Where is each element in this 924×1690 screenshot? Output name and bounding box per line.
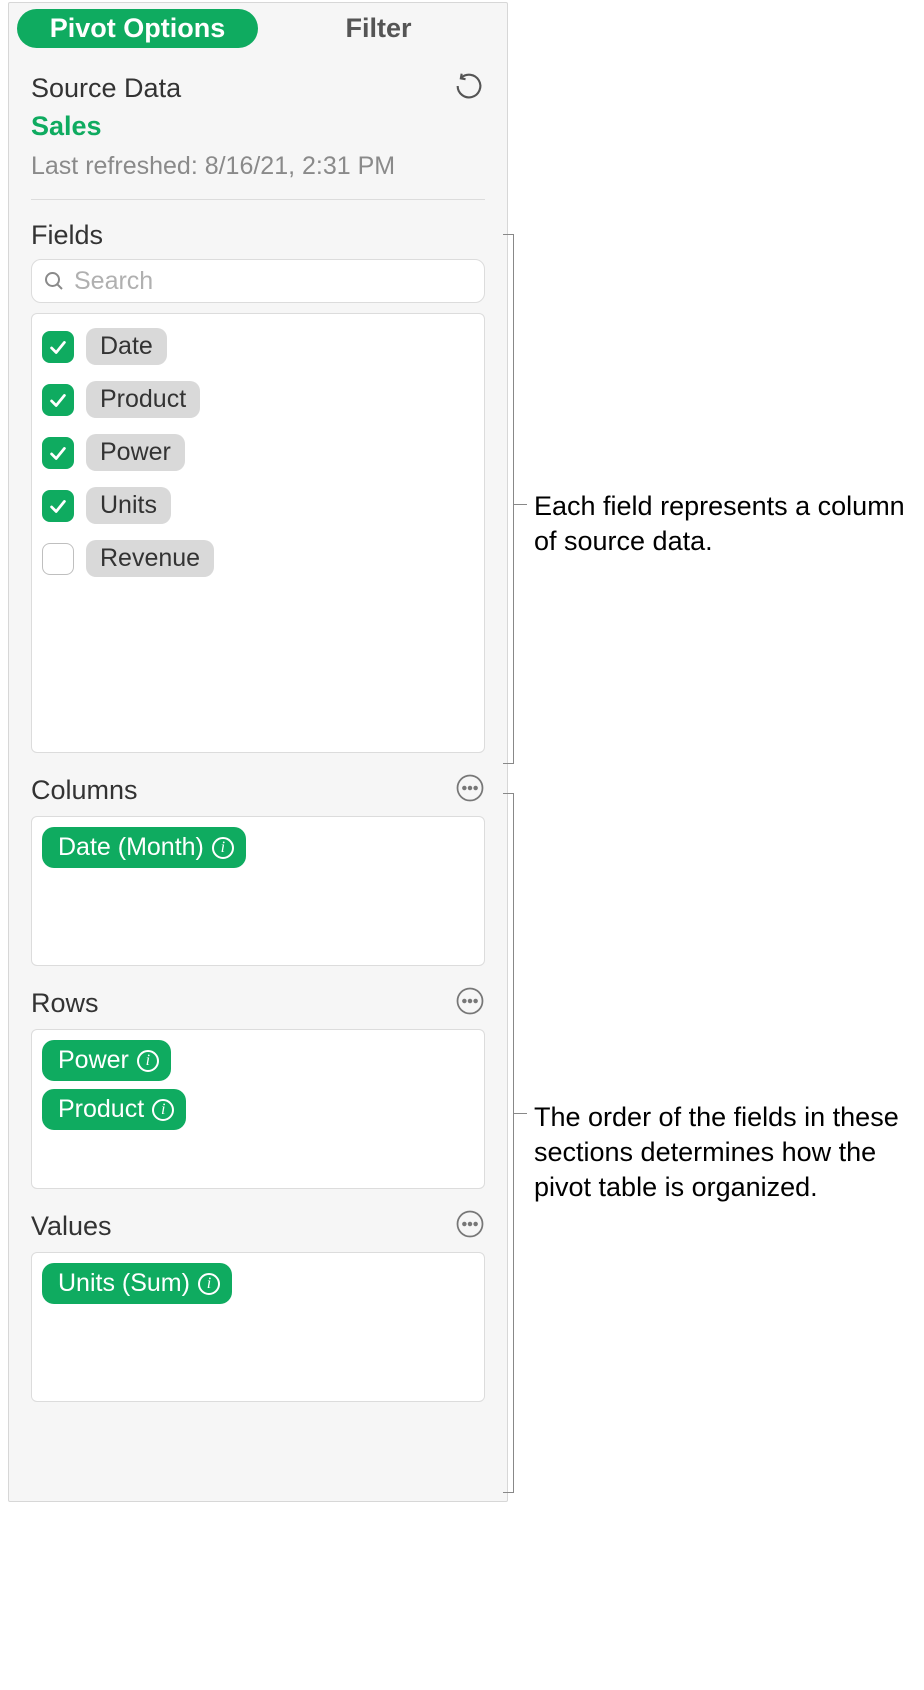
tab-pivot-options[interactable]: Pivot Options — [17, 9, 258, 48]
refresh-icon[interactable] — [453, 70, 485, 107]
pill-label: Power — [58, 1046, 129, 1075]
tab-filter[interactable]: Filter — [258, 9, 499, 48]
rows-more-icon[interactable] — [455, 986, 485, 1021]
rows-label: Rows — [31, 988, 99, 1019]
pill-label: Date (Month) — [58, 833, 204, 862]
pivot-options-panel: Pivot Options Filter Source Data Sales L… — [8, 2, 508, 1502]
columns-more-icon[interactable] — [455, 773, 485, 808]
rows-dropzone[interactable]: PoweriProducti — [31, 1029, 485, 1189]
field-pill[interactable]: Date (Month) i — [42, 827, 246, 868]
callout-sections: The order of the fields in these section… — [534, 1100, 919, 1205]
columns-dropzone[interactable]: Date (Month) i — [31, 816, 485, 966]
tab-bar: Pivot Options Filter — [9, 3, 507, 52]
field-tag[interactable]: Revenue — [86, 540, 214, 577]
field-pill[interactable]: Units (Sum) i — [42, 1263, 232, 1304]
source-data-label: Source Data — [31, 73, 181, 104]
field-tag[interactable]: Units — [86, 487, 171, 524]
info-icon[interactable]: i — [198, 1273, 220, 1295]
last-refreshed-text: Last refreshed: 8/16/21, 2:31 PM — [9, 142, 507, 199]
info-icon[interactable]: i — [152, 1099, 174, 1121]
values-more-icon[interactable] — [455, 1209, 485, 1244]
bracket-sections — [513, 793, 514, 1493]
field-row: Units — [42, 483, 474, 528]
field-row: Revenue — [42, 536, 474, 581]
pill-label: Units (Sum) — [58, 1269, 190, 1298]
field-checkbox[interactable] — [42, 437, 74, 469]
fields-label: Fields — [9, 200, 507, 259]
field-row: Power — [42, 430, 474, 475]
field-pill[interactable]: Poweri — [42, 1040, 171, 1081]
info-icon[interactable]: i — [137, 1050, 159, 1072]
values-label: Values — [31, 1211, 112, 1242]
pill-label: Product — [58, 1095, 144, 1124]
field-tag[interactable]: Product — [86, 381, 200, 418]
columns-label: Columns — [31, 775, 138, 806]
bracket-fields — [513, 234, 514, 764]
callout-fields: Each field represents a column of source… — [534, 489, 914, 559]
search-icon — [42, 269, 66, 293]
field-checkbox[interactable] — [42, 543, 74, 575]
field-checkbox[interactable] — [42, 490, 74, 522]
fields-search-input[interactable] — [74, 267, 474, 296]
source-table-name[interactable]: Sales — [9, 107, 507, 142]
values-dropzone[interactable]: Units (Sum) i — [31, 1252, 485, 1402]
field-checkbox[interactable] — [42, 331, 74, 363]
field-row: Date — [42, 324, 474, 369]
field-row: Product — [42, 377, 474, 422]
field-tag[interactable]: Power — [86, 434, 185, 471]
field-checkbox[interactable] — [42, 384, 74, 416]
fields-list: Date Product Power Units Revenue — [31, 313, 485, 753]
fields-search[interactable] — [31, 259, 485, 303]
info-icon[interactable]: i — [212, 837, 234, 859]
field-tag[interactable]: Date — [86, 328, 167, 365]
field-pill[interactable]: Product i — [42, 1089, 186, 1130]
